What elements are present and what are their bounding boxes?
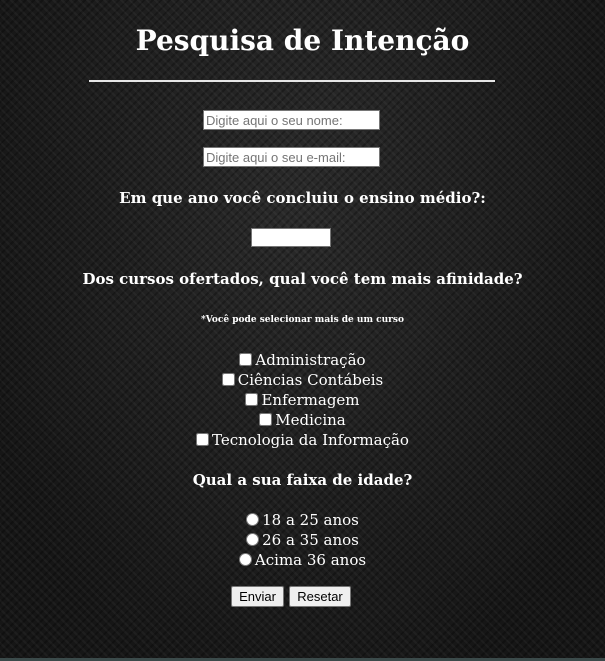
course-checkbox-medicina[interactable] bbox=[259, 413, 273, 426]
course-checkbox-tecnologia-da-informacao[interactable] bbox=[196, 433, 210, 446]
course-label: Tecnologia da Informação bbox=[212, 431, 409, 449]
course-checkbox-administracao[interactable] bbox=[239, 353, 253, 366]
courses-note: *Você pode selecionar mais de um curso bbox=[201, 315, 404, 325]
age-label: 26 a 35 anos bbox=[262, 531, 359, 549]
age-option-18-25: 18 a 25 anos bbox=[0, 510, 605, 530]
course-label: Medicina bbox=[275, 411, 346, 429]
reset-button[interactable]: Resetar bbox=[289, 586, 351, 607]
course-label: Administração bbox=[255, 351, 366, 369]
age-label: Acima 36 anos bbox=[254, 551, 367, 569]
page: { "title": "Pesquisa de Intenção", "form… bbox=[0, 0, 605, 661]
name-input[interactable] bbox=[203, 110, 380, 130]
course-option-ciencias-contabeis: Ciências Contábeis bbox=[0, 370, 605, 390]
courses-question: Dos cursos ofertados, qual você tem mais… bbox=[82, 270, 523, 288]
course-label: Enfermagem bbox=[261, 391, 360, 409]
submit-button[interactable]: Enviar bbox=[231, 586, 284, 607]
age-radio-18-25[interactable] bbox=[246, 513, 260, 526]
course-option-tecnologia-da-informacao: Tecnologia da Informação bbox=[0, 430, 605, 450]
title-divider bbox=[89, 80, 495, 82]
age-radio-36-plus[interactable] bbox=[238, 553, 252, 566]
age-option-26-35: 26 a 35 anos bbox=[0, 530, 605, 550]
age-question: Qual a sua faixa de idade? bbox=[192, 471, 413, 489]
course-label: Ciências Contábeis bbox=[237, 371, 384, 389]
email-input[interactable] bbox=[203, 147, 380, 167]
age-radio-26-35[interactable] bbox=[246, 533, 260, 546]
page-title: Pesquisa de Intenção bbox=[135, 24, 470, 57]
course-option-enfermagem: Enfermagem bbox=[0, 390, 605, 410]
course-option-administracao: Administração bbox=[0, 350, 605, 370]
course-checkbox-enfermagem[interactable] bbox=[245, 393, 259, 406]
age-label: 18 a 25 anos bbox=[262, 511, 359, 529]
course-checkbox-ciencias-contabeis[interactable] bbox=[221, 373, 235, 386]
age-option-36-plus: Acima 36 anos bbox=[0, 550, 605, 570]
year-input[interactable] bbox=[251, 228, 331, 247]
year-question: Em que ano você concluiu o ensino médio?… bbox=[119, 189, 486, 207]
course-option-medicina: Medicina bbox=[0, 410, 605, 430]
